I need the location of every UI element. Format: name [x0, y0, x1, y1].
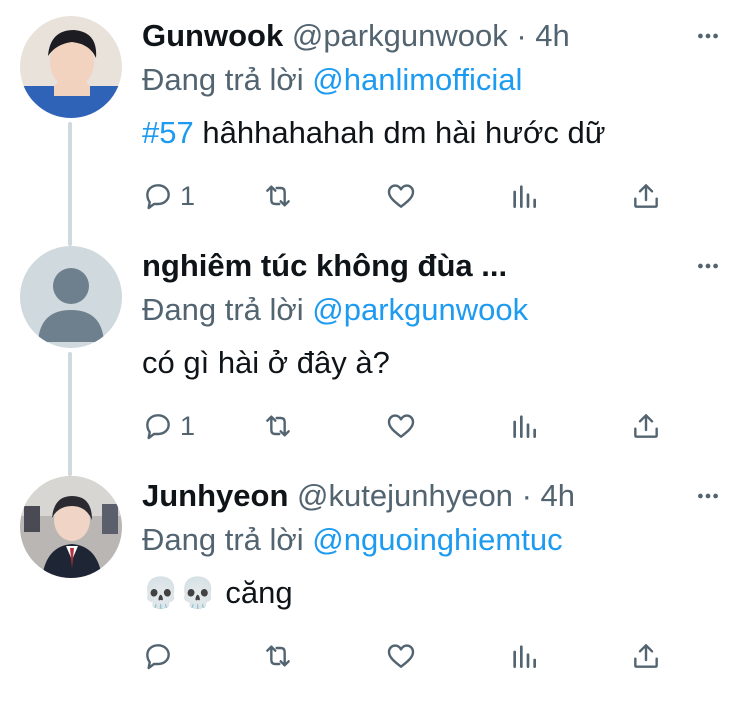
- reply-bubble-icon: [146, 644, 170, 670]
- reply-button[interactable]: 1: [142, 174, 195, 218]
- share-icon: [634, 184, 658, 208]
- tweet-body-text: căng: [225, 575, 293, 610]
- heart-icon: [387, 414, 415, 438]
- more-options-button[interactable]: [690, 478, 726, 514]
- reply-button[interactable]: [142, 634, 180, 678]
- tweet-body-text: có gì hài ở đây à?: [142, 345, 390, 380]
- reply-count: 1: [180, 180, 196, 211]
- tweet-header: nghiêm túc không đùa ...: [142, 244, 507, 288]
- views-button[interactable]: [508, 404, 540, 448]
- heart-icon: [387, 644, 415, 668]
- reply-bubble-icon: [146, 414, 170, 440]
- reply-bubble-icon: [146, 184, 170, 210]
- replying-to-link[interactable]: @hanlimofficial: [312, 62, 522, 97]
- share-button[interactable]: [630, 634, 662, 678]
- more-options-button[interactable]: [690, 18, 726, 54]
- hashtag-link[interactable]: #57: [142, 115, 194, 150]
- replying-to-link[interactable]: @parkgunwook: [312, 292, 528, 327]
- author-name[interactable]: nghiêm túc không đùa ...: [142, 248, 507, 283]
- replying-to-link[interactable]: @nguoinghiemtuc: [312, 522, 562, 557]
- avatar[interactable]: [20, 476, 122, 578]
- timestamp[interactable]: 4h: [541, 478, 575, 513]
- views-button[interactable]: [508, 634, 540, 678]
- action-bar: [142, 634, 672, 678]
- replying-to: Đang trả lời @hanlimofficial: [142, 58, 522, 102]
- analytics-icon: [513, 415, 536, 438]
- heart-icon: [387, 184, 415, 208]
- like-button[interactable]: [385, 404, 423, 448]
- analytics-icon: [513, 185, 536, 208]
- retweet-button[interactable]: [262, 634, 300, 678]
- share-icon: [634, 644, 658, 668]
- more-horizontal-icon: [698, 33, 718, 39]
- retweet-icon: [266, 415, 290, 437]
- separator-dot: ·: [521, 478, 532, 513]
- analytics-icon: [513, 645, 536, 668]
- retweet-icon: [266, 185, 290, 207]
- tweet-header: Gunwook @parkgunwook · 4h: [142, 14, 570, 58]
- share-button[interactable]: [630, 404, 662, 448]
- action-bar: 1: [142, 404, 672, 448]
- reply-count: 1: [180, 410, 196, 441]
- skull-emoji: 💀💀: [142, 577, 217, 610]
- thread-connector: [68, 352, 72, 476]
- reply-button[interactable]: 1: [142, 404, 195, 448]
- share-icon: [634, 414, 658, 438]
- tweet-header: Junhyeon @kutejunhyeon · 4h: [142, 474, 575, 518]
- tweet-text: 💀💀 căng: [142, 571, 293, 616]
- more-options-button[interactable]: [690, 248, 726, 284]
- replying-to: Đang trả lời @nguoinghiemtuc: [142, 518, 563, 562]
- author-handle[interactable]: @kutejunhyeon: [297, 478, 513, 513]
- replying-to: Đang trả lời @parkgunwook: [142, 288, 528, 332]
- author-name[interactable]: Gunwook: [142, 18, 283, 53]
- action-bar: 1: [142, 174, 672, 218]
- author-handle[interactable]: @parkgunwook: [292, 18, 508, 53]
- replying-prefix: Đang trả lời: [142, 522, 304, 557]
- more-horizontal-icon: [698, 263, 718, 269]
- avatar[interactable]: [20, 16, 122, 118]
- replying-prefix: Đang trả lời: [142, 292, 304, 327]
- tweet-text: #57 hâhhahahah dm hài hước dữ: [142, 111, 605, 155]
- avatar[interactable]: [20, 246, 122, 348]
- like-button[interactable]: [385, 634, 423, 678]
- tweet-body-text: hâhhahahah dm hài hước dữ: [202, 115, 606, 150]
- separator-dot: ·: [516, 18, 527, 53]
- replying-prefix: Đang trả lời: [142, 62, 304, 97]
- views-button[interactable]: [508, 174, 540, 218]
- thread-connector: [68, 122, 72, 246]
- tweet-text: có gì hài ở đây à?: [142, 341, 390, 385]
- retweet-button[interactable]: [262, 174, 300, 218]
- like-button[interactable]: [385, 174, 423, 218]
- retweet-icon: [266, 645, 290, 667]
- timestamp[interactable]: 4h: [535, 18, 569, 53]
- share-button[interactable]: [630, 174, 662, 218]
- author-name[interactable]: Junhyeon: [142, 478, 288, 513]
- more-horizontal-icon: [698, 493, 718, 499]
- retweet-button[interactable]: [262, 404, 300, 448]
